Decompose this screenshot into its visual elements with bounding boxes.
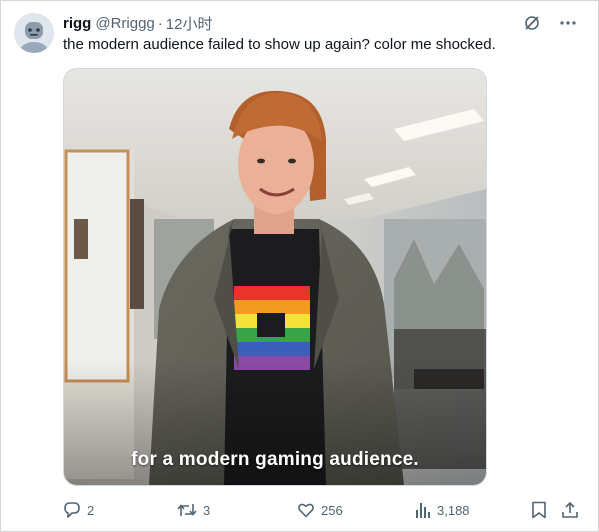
avatar[interactable]: [14, 13, 54, 53]
share-icon: [562, 502, 578, 518]
reply-button[interactable]: 2: [63, 499, 94, 521]
grok-icon[interactable]: [522, 13, 542, 33]
author-name[interactable]: rigg: [63, 15, 91, 32]
retweet-icon: [177, 504, 197, 516]
top-actions: [522, 13, 578, 33]
video-frame-image: [64, 69, 486, 485]
reply-icon: [64, 502, 80, 518]
separator-dot: ·: [157, 14, 163, 32]
tweet-header: rigg @Rriggg · 12小时: [63, 13, 212, 33]
retweet-count: 3: [203, 502, 211, 518]
like-button[interactable]: 256: [297, 499, 343, 521]
robot-avatar-icon: [14, 13, 54, 53]
views-icon: [416, 503, 430, 518]
bookmark-button[interactable]: [531, 499, 547, 521]
tweet-text: the modern audience failed to show up ag…: [63, 36, 496, 53]
timestamp[interactable]: 12小时: [166, 13, 213, 34]
views-count: 3,188: [437, 502, 470, 518]
reply-count: 2: [87, 502, 95, 518]
views-button[interactable]: 3,188: [415, 499, 470, 521]
bookmark-icon: [532, 501, 546, 519]
author-handle[interactable]: @Rriggg: [95, 15, 154, 32]
share-button[interactable]: [561, 499, 579, 521]
tweet-actions-bar: 2 3 256 3,188: [63, 499, 581, 521]
video-caption: for a modern gaming audience.: [131, 449, 419, 470]
more-icon[interactable]: [558, 13, 578, 33]
like-count: 256: [321, 502, 343, 518]
retweet-button[interactable]: 3: [177, 499, 210, 521]
tweet-media-video[interactable]: for a modern gaming audience.: [63, 68, 487, 486]
like-icon: [298, 503, 314, 518]
tweet-card: rigg @Rriggg · 12小时 the modern audience …: [0, 0, 599, 532]
